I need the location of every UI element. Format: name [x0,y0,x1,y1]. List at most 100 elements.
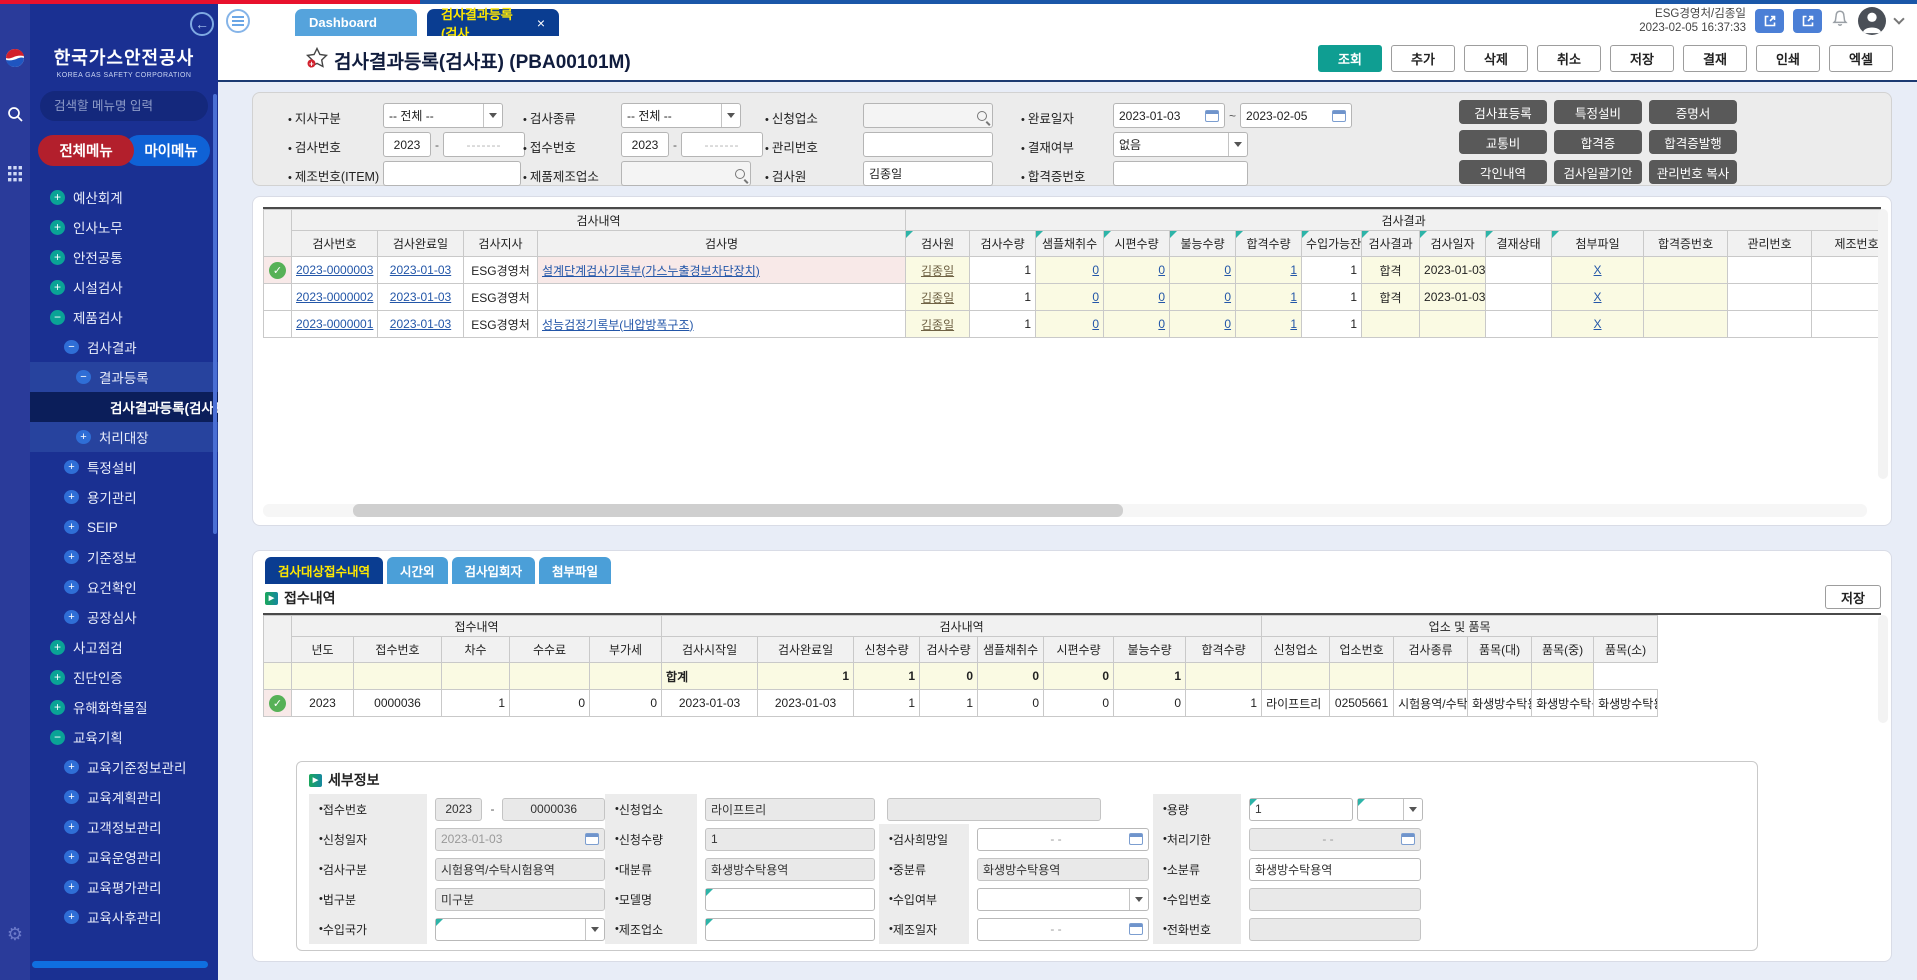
receipt-no-year[interactable] [621,132,669,157]
search-button[interactable]: 조회 [1318,45,1382,72]
special-equipment-button[interactable]: 특정설비 [1554,100,1642,124]
calendar-icon[interactable] [1332,110,1346,122]
complete-date-link[interactable]: 2023-01-03 [390,263,451,277]
sidebar-item[interactable]: +진단인증 [30,662,218,692]
applicant-search-field[interactable] [863,103,993,128]
attachment-link[interactable]: X [1594,263,1602,277]
transport-fee-button[interactable]: 교통비 [1459,130,1547,154]
tab-receipt-list[interactable]: 검사대상접수내역 [265,557,383,584]
tab-attachments[interactable]: 첨부파일 [539,557,611,584]
cert-no-field[interactable] [1113,161,1248,186]
chevron-down-icon[interactable] [1893,14,1904,25]
inspector-input[interactable] [869,167,987,181]
bell-icon[interactable] [1831,9,1849,33]
attachment-link[interactable]: X [1594,317,1602,331]
batch-draft-button[interactable]: 검사일괄기안 [1554,160,1642,184]
search-icon[interactable] [977,111,987,121]
model-field[interactable] [705,888,875,911]
table-row[interactable]: ✓ 2023-0000003 2023-01-03 ESG경영처 설계단계검사기… [264,257,1882,284]
sidebar-item[interactable]: +안전공통 [30,242,218,272]
search-icon[interactable] [735,169,745,179]
year-input[interactable] [627,138,663,152]
pass-qty-link[interactable]: 1 [1290,317,1297,331]
sidebar-item[interactable]: +시설검사 [30,272,218,302]
favorite-star-icon[interactable]: + [306,47,328,73]
approval-select[interactable]: 없음 [1113,132,1248,157]
specimen-link[interactable]: 0 [1158,317,1165,331]
sidebar-item[interactable]: +사고점검 [30,632,218,662]
grid-menu-icon[interactable] [0,166,30,187]
excel-button[interactable]: 엑셀 [1829,45,1893,72]
maker-input[interactable] [711,922,869,936]
sidebar-item[interactable]: +SEIP [30,512,218,542]
complete-date-from[interactable] [1113,103,1225,128]
sample-link[interactable]: 0 [1092,263,1099,277]
maker-field[interactable] [705,918,875,941]
attachment-link[interactable]: X [1594,290,1602,304]
pass-cert-button[interactable]: 합격증 [1554,130,1642,154]
table-row[interactable]: ✓ 2023 0000036 1 0 0 2023-01-03 2023-01-… [264,690,1658,717]
approve-button[interactable]: 결재 [1683,45,1747,72]
specimen-link[interactable]: 0 [1158,290,1165,304]
tab-overtime[interactable]: 시간외 [387,557,448,584]
table-row[interactable]: 2023-0000001 2023-01-03 ESG경영처 성능검정기록부(내… [264,311,1882,338]
sidebar-item[interactable]: −교육기획 [30,722,218,752]
sidebar-item[interactable]: +특정설비 [30,452,218,482]
gear-icon[interactable]: ⚙ [0,924,30,945]
sidebar-item[interactable]: +처리대장 [30,422,218,452]
tab-inspection-result[interactable]: 검사결과등록(검사× [427,9,559,36]
sidebar-collapse-button[interactable]: ← [190,12,214,36]
fail-link[interactable]: 0 [1224,263,1231,277]
all-menu-button[interactable]: 전체메뉴 [38,135,134,166]
model-input[interactable] [711,892,869,906]
inspector-link[interactable]: 김종일 [921,318,954,332]
sidebar-item[interactable]: +기준정보 [30,542,218,572]
hope-date-input[interactable] [983,832,1129,846]
tab-dashboard[interactable]: Dashboard [295,9,417,36]
sidebar-item[interactable]: +요건확인 [30,572,218,602]
results-horizontal-scrollbar[interactable] [263,504,1867,517]
close-icon[interactable]: × [537,15,545,31]
hamburger-menu-icon[interactable] [226,9,250,33]
capacity-unit-select[interactable] [1357,798,1423,821]
tab-inspection-witness[interactable]: 검사입회자 [452,557,536,584]
print-button[interactable]: 인쇄 [1756,45,1820,72]
complete-date-to[interactable] [1240,103,1352,128]
menu-search-input[interactable] [54,99,215,113]
row-selector[interactable]: ✓ [264,690,292,717]
receipt-no-seq[interactable] [681,132,763,157]
open-window-button[interactable] [1755,9,1784,33]
sidebar-item-selected[interactable]: 검사결과등록(검사표) [30,392,218,422]
inspector-link[interactable]: 김종일 [921,291,954,305]
add-button[interactable]: 추가 [1391,45,1455,72]
table-row[interactable]: 2023-0000002 2023-01-03 ESG경영처 김종일 1 0 0… [264,284,1882,311]
year-input[interactable] [389,138,425,152]
sidebar-item[interactable]: +인사노무 [30,212,218,242]
sidebar-item[interactable]: +교육평가관리 [30,872,218,902]
sidebar-item[interactable]: +용기관리 [30,482,218,512]
inspector-field[interactable] [863,161,993,186]
row-selector[interactable] [264,284,292,311]
cancel-button[interactable]: 취소 [1537,45,1601,72]
inspect-sheet-register-button[interactable]: 검사표등록 [1459,100,1547,124]
avatar[interactable] [1858,7,1886,35]
sample-link[interactable]: 0 [1092,317,1099,331]
inspect-name-link[interactable]: 설계단계검사기록부(가스누출경보차단장치) [542,264,760,278]
inspect-no-seq[interactable] [443,132,525,157]
certificate-doc-button[interactable]: 증명서 [1649,100,1737,124]
date-from-input[interactable] [1119,109,1205,123]
product-maker-input[interactable] [627,167,735,181]
scrollbar-thumb[interactable] [353,504,1123,517]
engraving-history-button[interactable]: 각인내역 [1459,160,1547,184]
sidebar-item[interactable]: −제품검사 [30,302,218,332]
delete-button[interactable]: 삭제 [1464,45,1528,72]
manage-no-input[interactable] [869,138,987,152]
pass-qty-link[interactable]: 1 [1290,263,1297,277]
category-small-field[interactable] [1249,858,1421,881]
import-country-select[interactable] [435,918,605,941]
share-window-button[interactable] [1793,9,1822,33]
sidebar-item[interactable]: +고객정보관리 [30,812,218,842]
sidebar-item[interactable]: −검사결과 [30,332,218,362]
sidebar-item[interactable]: +교육사후관리 [30,902,218,932]
inspector-link[interactable]: 김종일 [921,264,954,278]
